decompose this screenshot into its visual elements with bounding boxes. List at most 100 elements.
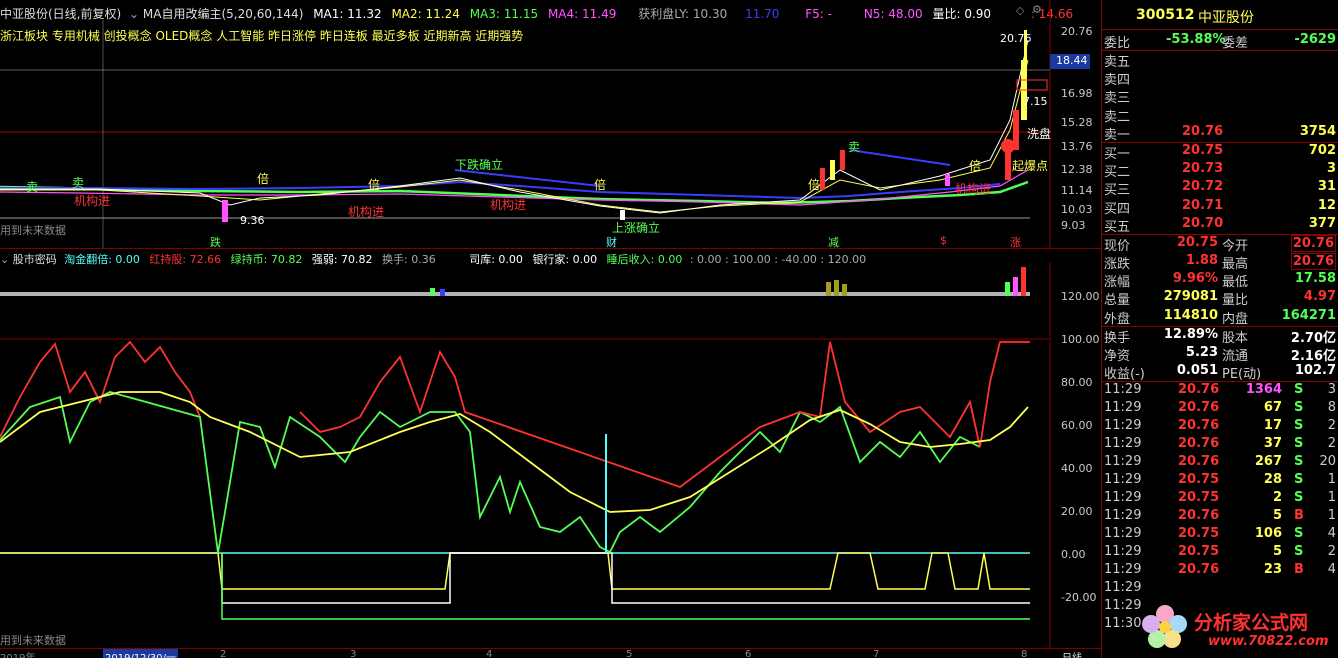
stat-label: 涨跌	[1104, 257, 1131, 273]
weibi-row: 委比 -53.88% 委差 -2629	[1102, 30, 1338, 51]
stat-value: 114810	[1163, 307, 1218, 323]
quote-stats: 现价 20.75 今开 20.76 涨跌 1.88 最高 20.76 涨幅 9.96% 最低 17.5…	[1102, 233, 1338, 327]
weibi-value: -53.88%	[1166, 32, 1226, 47]
tick-row[interactable]: 11:29 20.75 106 S 4	[1102, 526, 1338, 544]
buy-row[interactable]: 买五 20.70 377	[1102, 216, 1338, 235]
stat-value: 2.16亿	[1290, 349, 1336, 364]
stat-row: 现价 20.75 今开 20.76	[1102, 234, 1338, 254]
sub-axis-tick: 60.00	[1061, 419, 1093, 432]
buy-row[interactable]: 买三 20.72 31	[1102, 179, 1338, 198]
sub-axis-tick: -20.00	[1061, 591, 1097, 604]
price-tick: 11.14	[1061, 184, 1093, 197]
tick-list[interactable]: 11:29 20.76 1364 S 3 11:29 20.76 67 S 8 11:29 20.76…	[1102, 381, 1338, 634]
date-label: 7	[873, 649, 880, 658]
tick-volume: 28	[1263, 472, 1282, 488]
stock-name-header: 300512 中亚股份	[1102, 0, 1338, 30]
stat-value: 20.75	[1176, 234, 1218, 250]
buy-volume: 12	[1317, 197, 1336, 213]
price-tick: 20.76	[1061, 25, 1093, 38]
watermark-name: 分析家公式网	[1194, 612, 1309, 634]
future-data-note-main: 用到未来数据	[0, 224, 66, 237]
tick-row[interactable]: 11:29 20.76 67 S 8	[1102, 400, 1338, 418]
tick-time: 11:29	[1104, 562, 1142, 578]
tick-count: 1	[1327, 508, 1336, 524]
date-axis: 2019年 2019/12/30/一 2 3 4 5 6 7 8 日线	[0, 648, 1101, 658]
sub-axis-tick: 80.00	[1061, 376, 1093, 389]
buy-row[interactable]: 买一 20.75 702	[1102, 142, 1338, 162]
date-label: 4	[486, 649, 493, 658]
tick-count: 2	[1327, 418, 1336, 434]
tick-row[interactable]: 11:29 20.75 28 S 1	[1102, 472, 1338, 490]
tick-side: S	[1294, 400, 1304, 416]
tick-row[interactable]: 11:29 20.75 2 S 1	[1102, 490, 1338, 508]
tick-price: 20.75	[1178, 472, 1220, 488]
launch-annotation: 起爆点	[1012, 159, 1049, 173]
sell-label: 卖五	[1104, 55, 1131, 70]
date-label: 3	[350, 649, 357, 658]
bei-annotation-2: 倍	[368, 178, 381, 192]
sell-row[interactable]: 卖五	[1102, 51, 1338, 70]
sub-axis-tick: 40.00	[1061, 462, 1093, 475]
tick-price: 20.75	[1178, 544, 1220, 560]
sub-indicator-chart[interactable]: 用到未来数据 120.00 100.00 80.00 60.00 40.00 2…	[0, 262, 1101, 648]
tick-row[interactable]: 11:29 20.76 1364 S 3	[1102, 382, 1338, 400]
tick-price: 20.75	[1178, 526, 1220, 542]
buy-orders: 买一 20.75 702 买二 20.73 3 买三 20.72 31 买四 20.71 12 买五 20…	[1102, 141, 1338, 235]
sub-axis-tick: 20.00	[1061, 505, 1093, 518]
dollar-mark: $	[940, 234, 947, 247]
stat-row: 净资 5.23 流通 2.16亿	[1102, 345, 1338, 364]
sell-annotation-3: 卖	[848, 140, 861, 154]
buy-volume: 702	[1308, 142, 1336, 158]
tick-price: 20.76	[1178, 562, 1220, 578]
main-price-chart[interactable]: 20.76 7.15 洗盘 下跌确立 上涨确立 卖 卖 卖 机构进 机构进 机构…	[0, 0, 1101, 249]
tick-count: 8	[1327, 400, 1336, 416]
sub-axis-tick: 0.00	[1061, 548, 1086, 561]
buy-row[interactable]: 买四 20.71 12	[1102, 197, 1338, 217]
stat-label: 内盘	[1222, 311, 1249, 327]
stat-value: 1.88	[1185, 253, 1218, 269]
tick-volume: 1364	[1245, 382, 1282, 398]
inst-in-annotation-4: 机构进	[955, 182, 992, 196]
flower-logo-icon	[1142, 605, 1187, 648]
stat-label: PE(动)	[1222, 367, 1262, 383]
tick-price: 20.75	[1178, 490, 1220, 506]
date-label: 8	[1021, 649, 1028, 658]
date-label: 5	[626, 649, 633, 658]
stat-row: 换手 12.89% 股本 2.70亿	[1102, 327, 1338, 346]
buy-row[interactable]: 买二 20.73 3	[1102, 161, 1338, 180]
stat-value: 102.7	[1294, 363, 1336, 379]
stat-value: 9.96%	[1172, 271, 1218, 287]
tick-row[interactable]: 11:29 20.76 267 S 20	[1102, 454, 1338, 472]
sell-row[interactable]: 卖四	[1102, 69, 1338, 88]
tick-row[interactable]: 11:29	[1102, 580, 1338, 598]
stock-name: 中亚股份	[1198, 10, 1254, 26]
tick-volume: 37	[1263, 436, 1282, 452]
sell-row[interactable]: 卖二	[1102, 106, 1338, 125]
stat-value: 164271	[1281, 307, 1336, 323]
tick-volume: 5	[1272, 508, 1282, 524]
period-label[interactable]: 日线	[1062, 649, 1082, 658]
sell-row[interactable]: 卖三	[1102, 87, 1338, 106]
tick-row[interactable]: 11:29 20.76 17 S 2	[1102, 418, 1338, 436]
stat-label: 现价	[1104, 238, 1131, 254]
sell-label: 卖二	[1104, 109, 1131, 125]
sell-annotation-2: 卖	[72, 176, 85, 190]
date-cursor-label: 2019/12/30/一	[103, 649, 179, 658]
tick-volume: 106	[1254, 526, 1282, 542]
tick-row[interactable]: 11:29 20.76 5 B 1	[1102, 508, 1338, 526]
stat-value: 279081	[1163, 289, 1218, 305]
tick-count: 4	[1327, 562, 1336, 578]
tick-row[interactable]: 11:29 20.76 23 B 4	[1102, 562, 1338, 580]
tick-row[interactable]: 11:29 20.76 37 S 2	[1102, 436, 1338, 454]
main-chart-svg	[0, 0, 1051, 248]
stat-value: 20.76	[1290, 253, 1336, 271]
bei-annotation-3: 倍	[594, 178, 607, 192]
stat-value: 5.23	[1185, 345, 1218, 360]
quote-stats-2: 换手 12.89% 股本 2.70亿 净资 5.23 流通 2.16亿 收益(-) 0.051 PE…	[1102, 325, 1338, 383]
tick-price: 20.76	[1178, 382, 1220, 398]
tick-time: 11:29	[1104, 526, 1142, 542]
buy-label: 买一	[1104, 146, 1131, 162]
sell-row[interactable]: 卖一 20.76 3754	[1102, 124, 1338, 143]
tick-time: 11:29	[1104, 598, 1142, 614]
tick-row[interactable]: 11:29 20.75 5 S 2	[1102, 544, 1338, 562]
